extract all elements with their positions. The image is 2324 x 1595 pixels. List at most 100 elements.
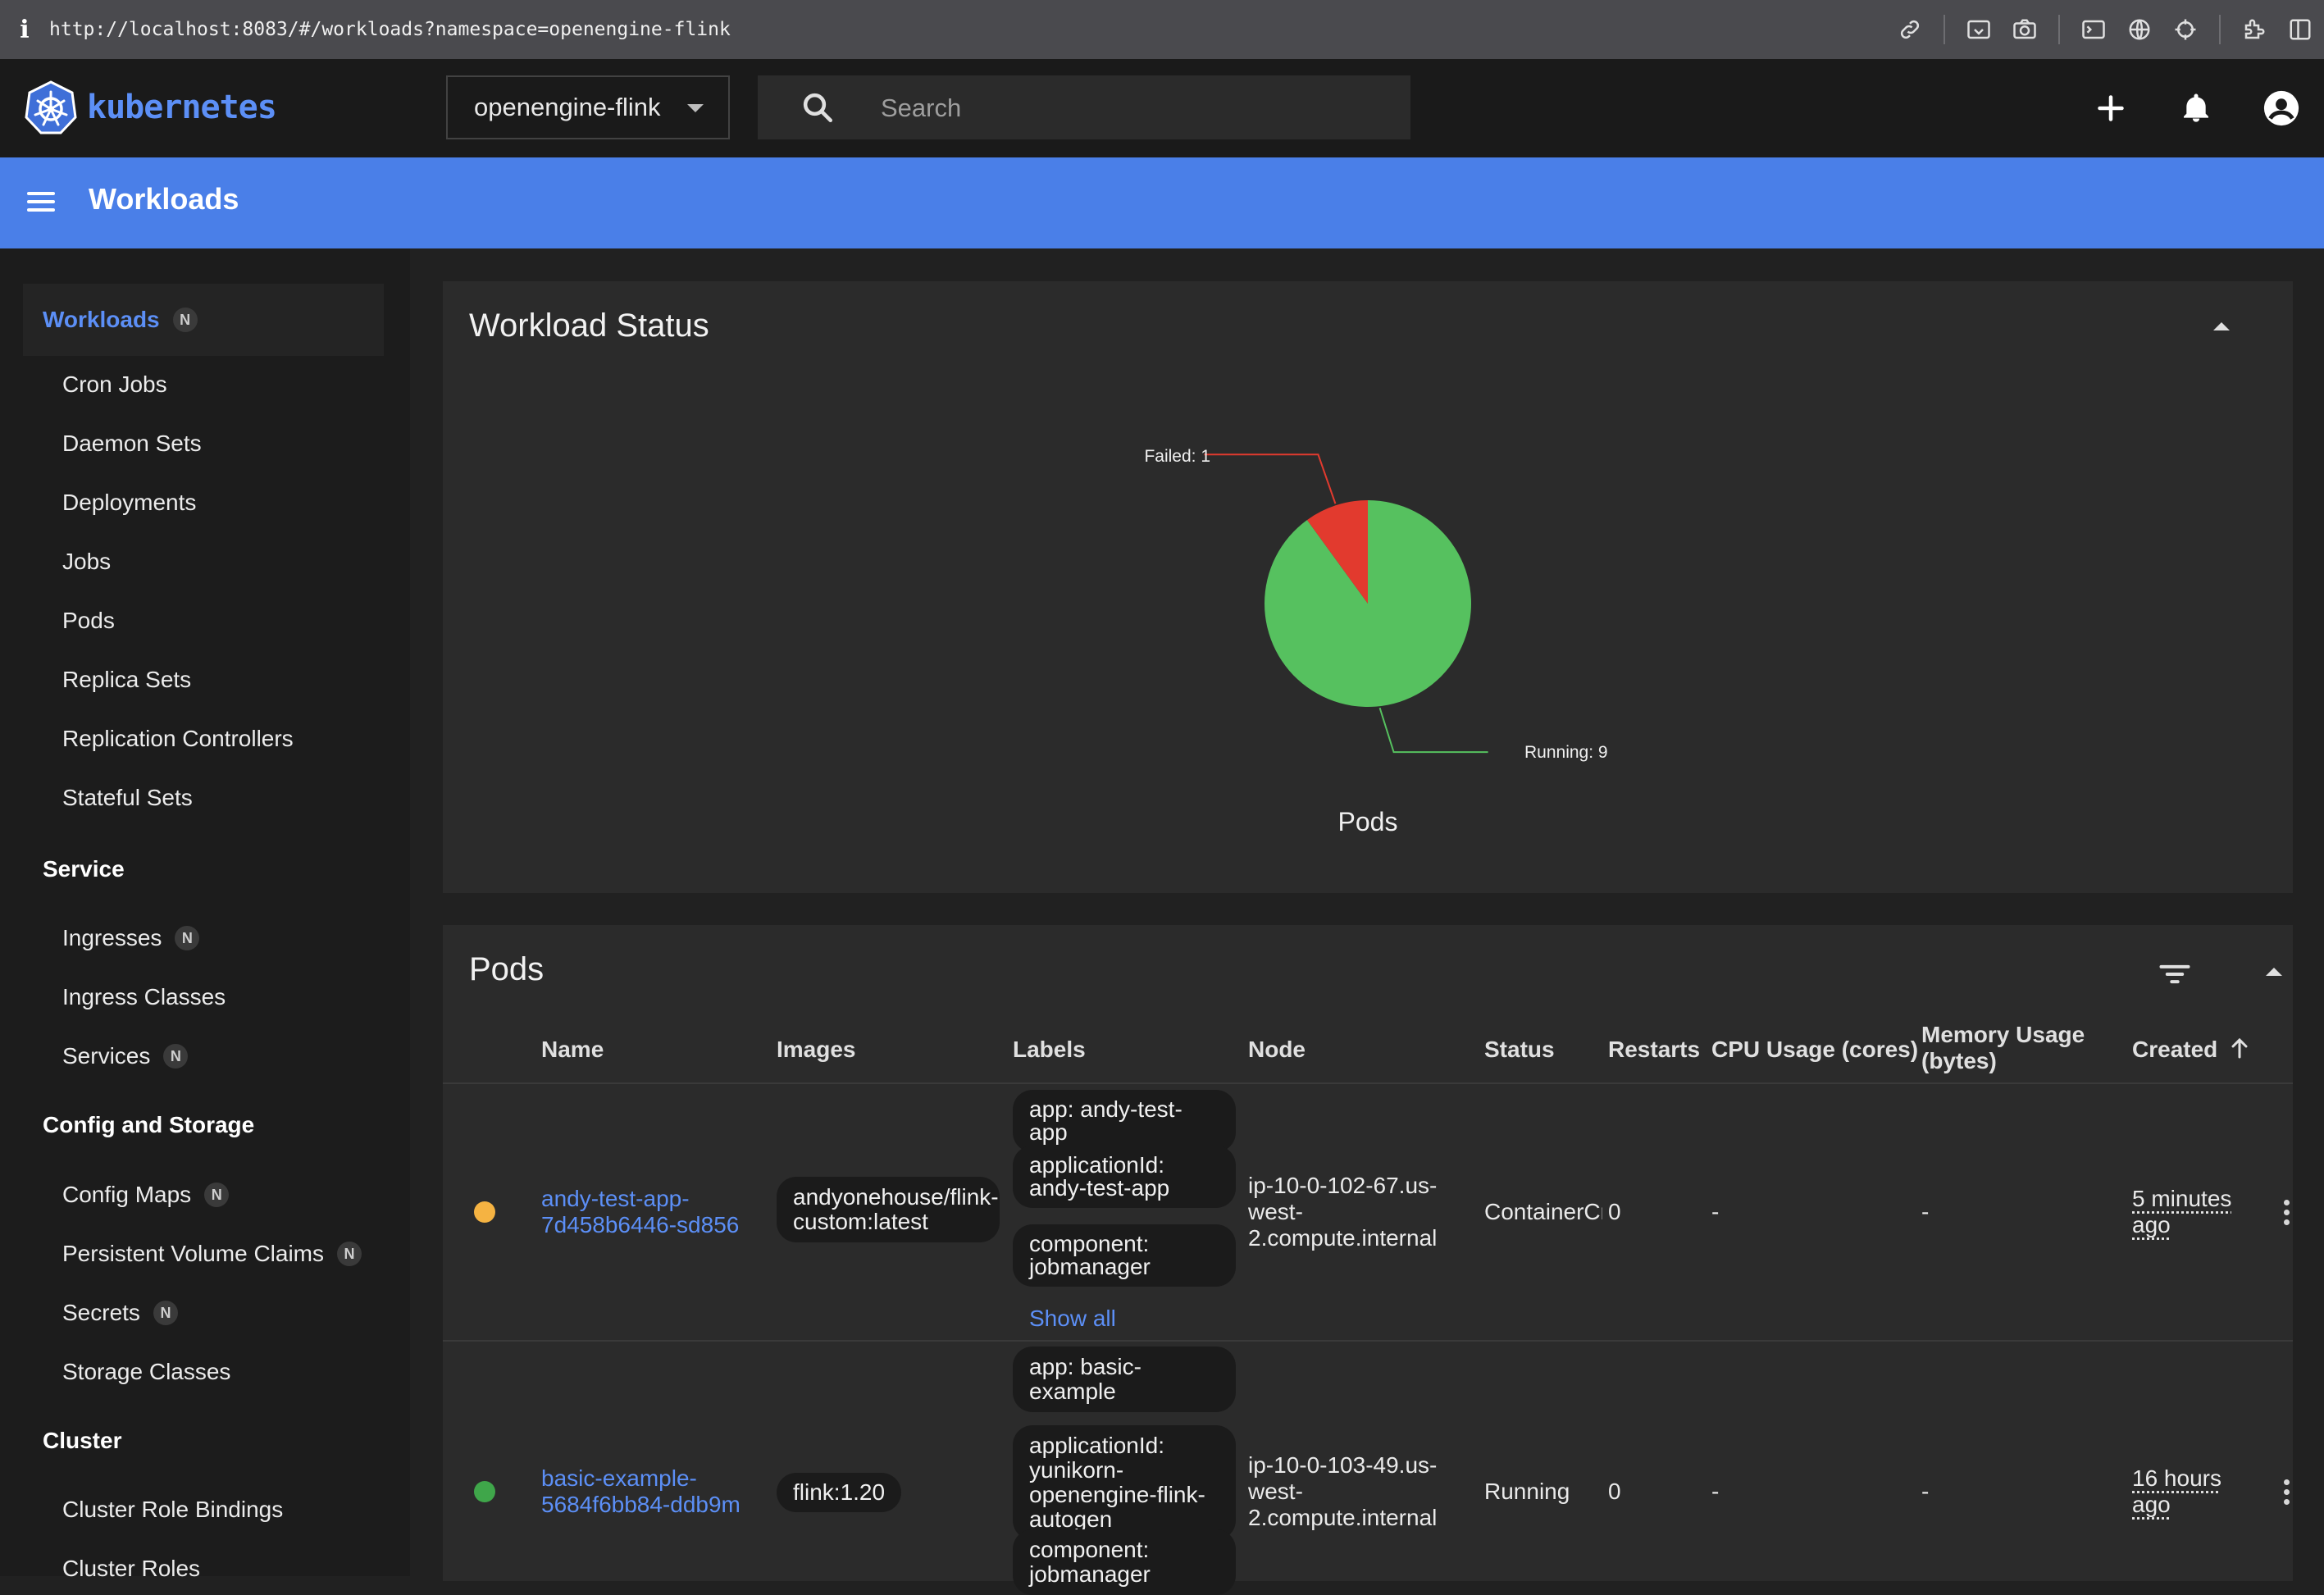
label-chip: component: jobmanager <box>1013 1224 1236 1287</box>
page-title: Workloads <box>89 182 239 216</box>
sidebar-item-cron-jobs[interactable]: Cron Jobs <box>62 371 167 398</box>
camera-icon[interactable] <box>2012 17 2037 42</box>
search-input[interactable] <box>879 87 1391 130</box>
page-info-icon[interactable]: i <box>0 16 49 44</box>
sidebar-item-label: Workloads <box>43 307 160 333</box>
failed-label-leader <box>1204 454 1335 504</box>
sidebar-section-config-and-storage[interactable]: Config and Storage <box>43 1112 254 1138</box>
running-label-leader <box>1380 708 1488 752</box>
pod-name-link[interactable]: andy-test-app-7d458b6446-sd856 <box>541 1186 754 1238</box>
failed-slice-label: Failed: 1 <box>1144 447 1210 466</box>
column-header-created-label: Created <box>2132 1037 2217 1062</box>
terminal-icon[interactable] <box>2081 17 2106 42</box>
column-header-cpu: CPU Usage (cores) <box>1711 1037 1918 1063</box>
restart-count: 0 <box>1608 1479 1621 1505</box>
search-icon <box>800 90 835 125</box>
toolbar-divider <box>1944 15 1945 44</box>
sidebar-item-label: Config Maps <box>62 1182 191 1208</box>
sidebar-item-label: Cluster Roles <box>62 1556 200 1582</box>
sidebar-item-label: Stateful Sets <box>62 785 193 811</box>
label-chip: app: basic-example <box>1013 1347 1236 1412</box>
url-text[interactable]: http://localhost:8083/#/workloads?namesp… <box>49 19 731 40</box>
pie-chart-title: Pods <box>1338 807 1398 836</box>
namespaced-badge: N <box>204 1183 229 1207</box>
created-time: 5 minutes ago <box>2132 1186 2255 1238</box>
sidebar-item-persistent-volume-claims[interactable]: Persistent Volume Claims N <box>62 1241 362 1267</box>
sidebar-item-storage-classes[interactable]: Storage Classes <box>62 1359 230 1385</box>
app-header: kubernetes openengine-flink <box>0 59 2324 157</box>
row-actions-menu-icon[interactable] <box>2284 1479 2290 1509</box>
sidebar: Workloads N Cron Jobs Daemon Sets Deploy… <box>0 248 410 1576</box>
page-toolbar: Workloads <box>0 157 2324 248</box>
sidebar-icon[interactable] <box>2288 17 2313 42</box>
globe-icon[interactable] <box>2127 17 2152 42</box>
column-header-memory: Memory Usage (bytes) <box>1921 1022 2110 1074</box>
caret-down-icon <box>687 104 704 112</box>
sidebar-item-workloads[interactable]: Workloads N <box>23 284 384 356</box>
toolbar-divider <box>2058 15 2060 44</box>
sidebar-item-label: Jobs <box>62 549 111 575</box>
node-name: ip-10-0-102-67.us-west-2.compute.interna… <box>1248 1173 1461 1251</box>
sidebar-item-cluster-roles[interactable]: Cluster Roles <box>62 1556 200 1582</box>
label-chip: applicationId: yunikorn-openengine-flink… <box>1013 1425 1236 1540</box>
sidebar-item-label: Deployments <box>62 490 196 516</box>
column-header-status[interactable]: Status <box>1484 1037 1555 1063</box>
sidebar-section-service[interactable]: Service <box>43 856 125 882</box>
sidebar-item-label: Secrets <box>62 1300 140 1326</box>
extension-icon[interactable] <box>2242 17 2267 42</box>
namespaced-badge: N <box>163 1044 188 1069</box>
sidebar-item-services[interactable]: Services N <box>62 1043 188 1069</box>
browser-tools <box>1898 0 2313 59</box>
column-header-node[interactable]: Node <box>1248 1037 1306 1063</box>
sidebar-item-ingresses[interactable]: Ingresses N <box>62 925 199 951</box>
created-time: 16 hours ago <box>2132 1465 2255 1518</box>
sidebar-item-stateful-sets[interactable]: Stateful Sets <box>62 785 193 811</box>
namespace-selector[interactable]: openengine-flink <box>446 75 730 139</box>
sidebar-item-label: Ingress Classes <box>62 984 226 1010</box>
restart-count: 0 <box>1608 1199 1621 1225</box>
show-all-labels-link[interactable]: Show all <box>1029 1306 1116 1332</box>
sidebar-item-label: Replication Controllers <box>62 726 294 752</box>
row-actions-menu-icon[interactable] <box>2284 1200 2290 1229</box>
filter-icon[interactable] <box>2157 956 2193 992</box>
node-name: ip-10-0-103-49.us-west-2.compute.interna… <box>1248 1452 1461 1531</box>
cpu-usage: - <box>1711 1199 1719 1225</box>
sidebar-item-daemon-sets[interactable]: Daemon Sets <box>62 431 202 457</box>
sidebar-item-secrets[interactable]: Secrets N <box>62 1300 178 1326</box>
pod-status-running-icon <box>474 1481 495 1502</box>
crosshair-icon[interactable] <box>2173 17 2198 42</box>
toolbar-divider <box>2219 15 2221 44</box>
sidebar-item-jobs[interactable]: Jobs <box>62 549 111 575</box>
sidebar-item-cluster-role-bindings[interactable]: Cluster Role Bindings <box>62 1497 283 1523</box>
column-header-created[interactable]: Created <box>2132 1037 2249 1063</box>
menu-icon[interactable] <box>25 185 57 218</box>
column-header-labels: Labels <box>1013 1037 1086 1063</box>
sidebar-section-cluster[interactable]: Cluster <box>43 1428 121 1454</box>
bell-icon[interactable] <box>2153 59 2239 157</box>
screenshot-icon[interactable] <box>1966 17 1991 42</box>
pod-status-pending-icon <box>474 1201 495 1223</box>
label-chip: component: jobmanager <box>1013 1529 1236 1595</box>
sidebar-item-pods[interactable]: Pods <box>62 608 115 634</box>
sidebar-item-deployments[interactable]: Deployments <box>62 490 196 516</box>
sidebar-item-label: Daemon Sets <box>62 431 202 457</box>
link-icon[interactable] <box>1898 17 1922 42</box>
column-header-name[interactable]: Name <box>541 1037 604 1063</box>
pod-name-link[interactable]: basic-example-5684f6bb84-ddb9m <box>541 1465 771 1518</box>
sidebar-item-label: Persistent Volume Claims <box>62 1241 324 1267</box>
sidebar-item-label: Pods <box>62 608 115 634</box>
add-icon[interactable] <box>2068 59 2153 157</box>
kubernetes-logo[interactable]: kubernetes <box>25 80 276 134</box>
memory-usage: - <box>1921 1479 1929 1505</box>
namespaced-badge: N <box>175 926 199 950</box>
running-slice-label: Running: 9 <box>1524 743 1608 762</box>
image-chip: andyonehouse/flink-custom:latest <box>777 1177 1000 1242</box>
sidebar-item-ingress-classes[interactable]: Ingress Classes <box>62 984 226 1010</box>
search-bar <box>758 75 1410 139</box>
account-icon[interactable] <box>2239 59 2324 157</box>
collapse-caret-icon[interactable] <box>2266 968 2282 976</box>
sidebar-item-replica-sets[interactable]: Replica Sets <box>62 667 191 693</box>
sidebar-item-replication-controllers[interactable]: Replication Controllers <box>62 726 294 752</box>
sidebar-item-config-maps[interactable]: Config Maps N <box>62 1182 229 1208</box>
pod-status: ContainerCreating <box>1484 1199 1602 1225</box>
